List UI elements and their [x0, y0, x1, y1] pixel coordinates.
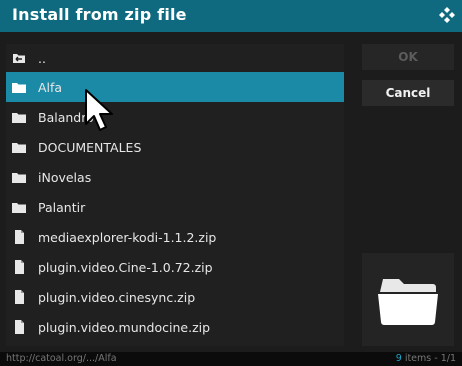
folder-icon	[12, 110, 26, 124]
list-item-alfa[interactable]: Alfa	[6, 72, 344, 102]
item-count-text: items - 1/1	[401, 353, 456, 364]
list-item-inovelas[interactable]: iNovelas	[6, 162, 344, 192]
parent-folder-icon	[12, 51, 26, 65]
file-icon	[12, 290, 26, 304]
status-bar: http://catoal.org/.../Alfa 9 items - 1/1	[0, 352, 462, 366]
list-item-label: iNovelas	[38, 169, 92, 185]
dialog-title: Install from zip file	[12, 5, 187, 24]
kodi-logo-icon	[439, 7, 455, 23]
list-item-label: plugin.video.Cine-1.0.72.zip	[38, 259, 213, 275]
list-item-label: Balandro	[38, 109, 94, 125]
list-item-plugin-cine-zip[interactable]: plugin.video.Cine-1.0.72.zip	[6, 252, 344, 282]
file-icon	[12, 260, 26, 274]
list-item-balandro[interactable]: Balandro	[6, 102, 344, 132]
list-item-label: Alfa	[38, 79, 63, 95]
list-item-label: DOCUMENTALES	[38, 139, 142, 155]
list-item-mediaexplorer-zip[interactable]: mediaexplorer-kodi-1.1.2.zip	[6, 222, 344, 252]
folder-icon	[12, 170, 26, 184]
list-item-parent-directory[interactable]: ..	[6, 44, 344, 72]
list-item-plugin-mundocine-zip[interactable]: plugin.video.mundocine.zip	[6, 312, 344, 342]
file-icon	[12, 230, 26, 244]
item-count: 9 items - 1/1	[396, 353, 456, 364]
list-item-label: plugin.video.mundocine.zip	[38, 319, 211, 335]
list-item-label: Palantir	[38, 199, 86, 215]
list-item-plugin-cinesync-zip[interactable]: plugin.video.cinesync.zip	[6, 282, 344, 312]
title-bar: Install from zip file	[0, 0, 462, 32]
list-item-palantir[interactable]: Palantir	[6, 192, 344, 222]
folder-icon	[12, 80, 26, 94]
list-item-label: plugin.video.cinesync.zip	[38, 289, 196, 305]
large-folder-icon	[378, 278, 438, 325]
list-item-label: mediaexplorer-kodi-1.1.2.zip	[38, 229, 217, 245]
folder-icon	[12, 140, 26, 154]
list-item-documentales[interactable]: DOCUMENTALES	[6, 132, 344, 162]
cancel-button[interactable]: Cancel	[362, 80, 454, 106]
file-list[interactable]: .. Alfa Balandro DOCUMENTALES iNovelas P…	[6, 44, 344, 346]
current-path: http://catoal.org/.../Alfa	[6, 353, 117, 364]
folder-icon	[12, 200, 26, 214]
preview-thumbnail	[362, 253, 454, 346]
file-icon	[12, 320, 26, 334]
ok-button[interactable]: OK	[362, 44, 454, 70]
list-item-label: ..	[38, 50, 46, 66]
